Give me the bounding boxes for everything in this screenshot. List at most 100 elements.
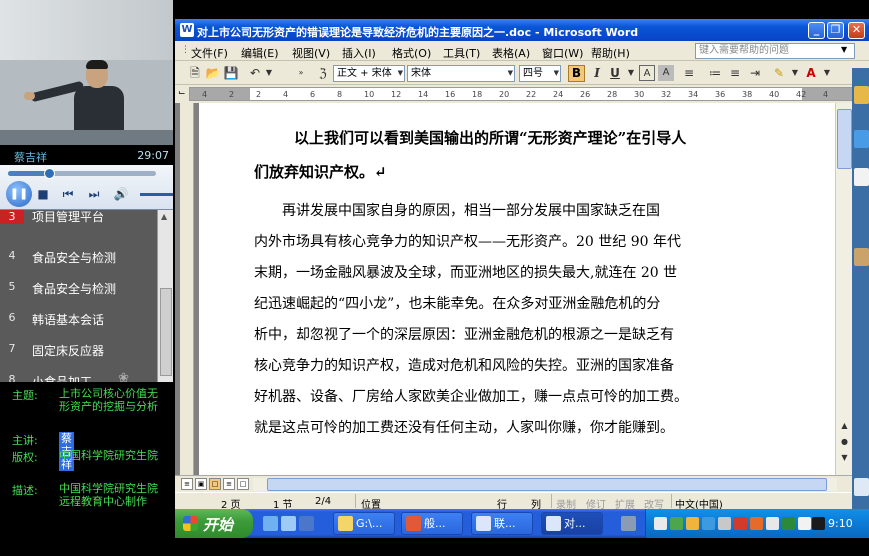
clock[interactable]: 9:10 xyxy=(828,517,853,530)
style-select[interactable]: 正文 + 宋体 ▼ xyxy=(333,65,405,82)
scroll-up-icon[interactable]: ▲ xyxy=(161,212,167,221)
desktop-icon[interactable] xyxy=(299,516,314,531)
menu-view[interactable]: 视图(V) xyxy=(292,45,330,61)
seek-bar[interactable] xyxy=(8,168,156,179)
tray-icon[interactable] xyxy=(702,517,715,530)
tray-icon[interactable] xyxy=(718,517,731,530)
word-doc-icon[interactable]: W xyxy=(180,23,194,37)
toolbar-options-icon[interactable]: » xyxy=(293,65,309,81)
playlist-item[interactable]: 7 固定床反应器 xyxy=(0,334,157,365)
styles-icon[interactable]: ℨ xyxy=(315,65,331,81)
underline-dropdown-icon[interactable]: ▼ xyxy=(623,65,639,81)
word-icon xyxy=(546,516,561,531)
menu-window[interactable]: 窗口(W) xyxy=(542,45,583,61)
font-select[interactable]: 宋体 ▼ xyxy=(407,65,515,82)
desktop-icon[interactable] xyxy=(854,478,869,496)
tray-icon[interactable] xyxy=(766,517,779,530)
desktop-icon[interactable] xyxy=(854,168,869,186)
playlist-item[interactable]: 5 食品安全与检测 xyxy=(0,272,157,303)
volume-slider[interactable] xyxy=(140,193,173,196)
tray-icon[interactable] xyxy=(750,517,763,530)
undo-dropdown-icon[interactable]: ▼ xyxy=(261,65,277,81)
help-dropdown-icon[interactable]: ▼ xyxy=(841,45,847,54)
tray-icon[interactable] xyxy=(782,517,795,530)
task-word-1[interactable]: 联... xyxy=(471,512,533,535)
seek-thumb[interactable] xyxy=(44,168,56,179)
open-icon[interactable]: 📂 xyxy=(205,65,221,81)
outline-view-icon[interactable]: ≡ xyxy=(223,478,235,490)
document-page[interactable]: 以上我们可以看到美国输出的所谓“无形资产理论”在引导人 们放弃知识产权。↵ 再讲发… xyxy=(199,103,835,475)
desktop-icon[interactable] xyxy=(854,248,869,266)
web-view-icon[interactable]: ▣ xyxy=(195,478,207,490)
playlist-item[interactable]: 6 韩语基本会话 xyxy=(0,303,157,334)
ruler-tick-label: 26 xyxy=(580,90,591,99)
horizontal-ruler[interactable]: 4 2 2 4 6 8 10 12 14 16 18 20 22 24 26 28 30 32 34 36 38 40 42… xyxy=(189,87,853,101)
menu-file[interactable]: 文件(F) xyxy=(191,45,228,61)
task-player[interactable]: 般... xyxy=(401,512,463,535)
help-search-input[interactable]: 键入需要帮助的问题 xyxy=(695,43,855,59)
tray-icon[interactable] xyxy=(670,517,683,530)
char-shading-icon[interactable]: A xyxy=(658,65,674,81)
volume-icon[interactable]: 🔊 xyxy=(112,183,130,205)
vertical-scroll-thumb[interactable] xyxy=(837,109,852,169)
highlight-icon[interactable]: ✎ xyxy=(771,65,787,81)
desktop-icon[interactable] xyxy=(854,130,869,148)
bold-button[interactable]: B xyxy=(568,65,585,82)
stop-button[interactable]: ■ xyxy=(36,183,50,205)
close-button[interactable]: ✕ xyxy=(848,22,865,39)
reading-view-icon[interactable]: □ xyxy=(237,478,249,490)
maximize-button[interactable]: ❐ xyxy=(827,22,844,39)
playlist-scrollbar[interactable]: ▲ xyxy=(157,210,173,382)
playlist-item[interactable]: 4 食品安全与检测 xyxy=(0,241,157,272)
menu-help[interactable]: 帮助(H) xyxy=(591,45,630,61)
next-page-icon[interactable]: ▼ xyxy=(838,453,851,466)
task-word-2[interactable]: 对... xyxy=(541,512,603,535)
playlist-item[interactable]: 3 项目管理平台 xyxy=(0,210,157,241)
title-bar[interactable]: W 对上市公司无形资产的错误理论是导致经济危机的主要原因之一.doc - Mic… xyxy=(175,19,869,41)
indent-icon[interactable]: ⇥ xyxy=(747,65,763,81)
tray-icon[interactable] xyxy=(798,517,811,530)
prev-page-icon[interactable]: ▲ xyxy=(838,421,851,434)
align-justify-icon[interactable]: ≡ xyxy=(681,65,697,81)
tray-icon[interactable] xyxy=(734,517,747,530)
char-border-icon[interactable]: A xyxy=(639,65,655,81)
numbering-icon[interactable]: ≔ xyxy=(707,65,723,81)
italic-button[interactable]: I xyxy=(589,65,605,81)
highlight-dropdown-icon[interactable]: ▼ xyxy=(787,65,803,81)
bullets-icon[interactable]: ≡ xyxy=(727,65,743,81)
normal-view-icon[interactable]: ≡ xyxy=(181,478,193,490)
menu-edit[interactable]: 编辑(E) xyxy=(241,45,279,61)
explorer-icon[interactable] xyxy=(281,516,296,531)
minimize-button[interactable]: _ xyxy=(808,22,825,39)
new-icon[interactable]: 🗎 xyxy=(187,65,203,81)
tray-icon[interactable] xyxy=(654,517,667,530)
underline-button[interactable]: U xyxy=(607,65,623,81)
browse-object-icon[interactable]: ● xyxy=(838,437,851,450)
print-view-icon[interactable]: □ xyxy=(209,478,221,490)
menu-insert[interactable]: 插入(I) xyxy=(342,45,376,61)
task-folder[interactable]: G:\... xyxy=(333,512,395,535)
font-color-dropdown-icon[interactable]: ▼ xyxy=(819,65,835,81)
pause-button[interactable]: ❚❚ xyxy=(6,181,32,207)
tab-selector-icon[interactable]: ⌙ xyxy=(178,88,186,98)
ie-icon[interactable] xyxy=(263,516,278,531)
menu-format[interactable]: 格式(O) xyxy=(392,45,431,61)
desktop-icon[interactable] xyxy=(854,86,869,104)
playlist-item[interactable]: 8 小食品加工 ❀ xyxy=(0,365,157,382)
font-color-icon[interactable]: A xyxy=(803,65,819,81)
video-frame[interactable] xyxy=(0,0,173,145)
horizontal-scroll-thumb[interactable] xyxy=(267,478,827,491)
previous-button[interactable]: ⏮ xyxy=(60,183,76,205)
start-button[interactable]: 开始 xyxy=(175,509,253,538)
keyboard-icon[interactable] xyxy=(621,516,636,531)
menu-table[interactable]: 表格(A) xyxy=(492,45,530,61)
vertical-scrollbar[interactable]: ▲ ● ▼ xyxy=(835,103,852,475)
tray-icon[interactable] xyxy=(812,517,825,530)
next-button[interactable]: ⏭ xyxy=(86,183,102,205)
font-size-select[interactable]: 四号 ▼ xyxy=(519,65,561,82)
tray-icon[interactable] xyxy=(686,517,699,530)
save-icon[interactable]: 💾 xyxy=(223,65,239,81)
vertical-ruler[interactable] xyxy=(180,103,194,475)
playlist-scroll-thumb[interactable] xyxy=(160,288,172,376)
menu-tools[interactable]: 工具(T) xyxy=(443,45,480,61)
